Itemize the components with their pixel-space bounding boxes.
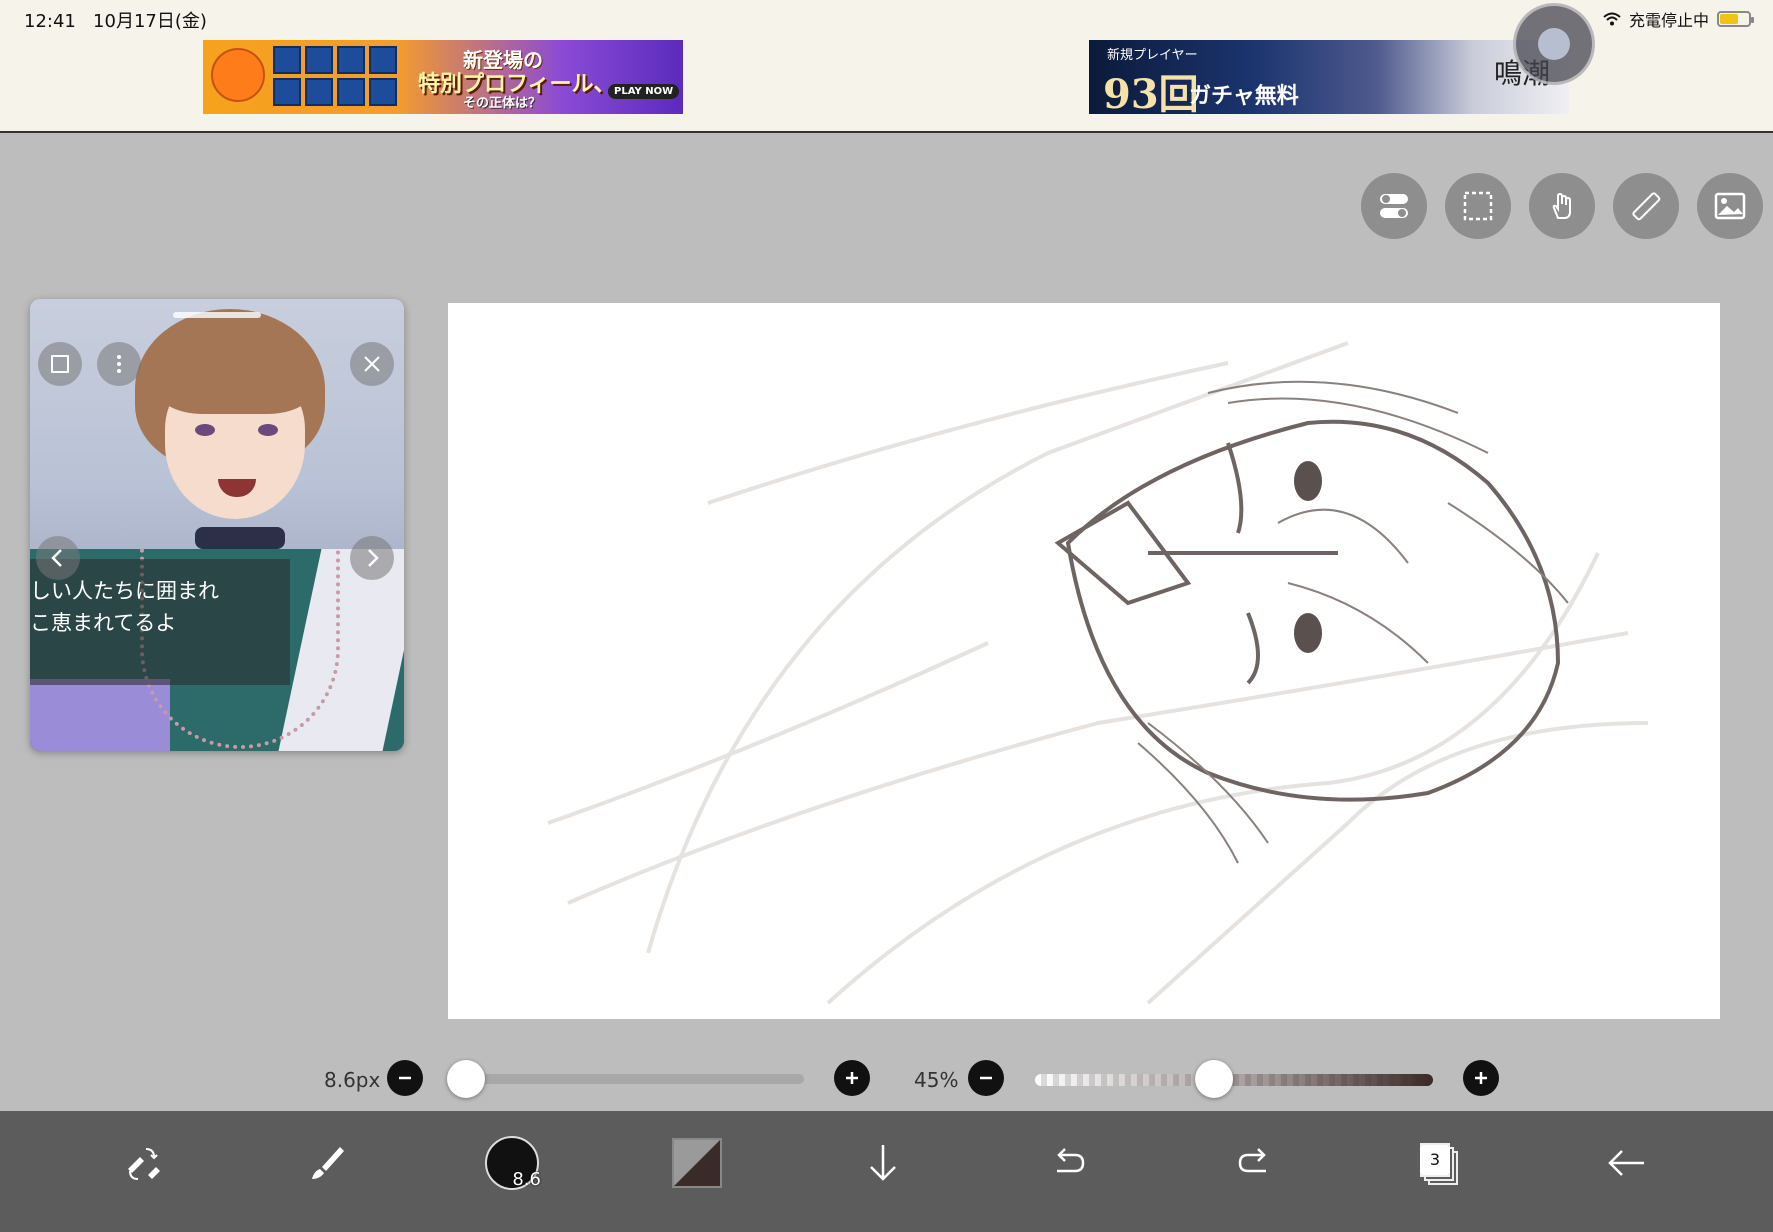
back-button[interactable] [1596,1133,1656,1193]
opacity-slider-knob[interactable] [1195,1060,1234,1098]
toggle-settings-button[interactable] [1361,173,1427,239]
ref-image-bangs [155,324,315,414]
close-icon [364,356,380,372]
reference-image-button[interactable] [1697,173,1763,239]
assistive-touch-button[interactable] [1513,3,1595,85]
ref-image-collar [195,527,285,549]
layers-button[interactable]: 3 [1410,1133,1470,1193]
ref-prev-button[interactable] [36,536,80,580]
plus-icon [846,1072,858,1084]
ref-close-button[interactable] [350,342,394,386]
hand-touch-icon [1552,192,1571,219]
download-button[interactable] [853,1133,913,1193]
ref-next-button[interactable] [350,536,394,580]
opacity-decrease-button[interactable] [968,1060,1004,1096]
ref-fit-button[interactable] [38,342,82,386]
minus-icon [980,1076,992,1080]
wifi-icon [1603,12,1621,26]
swap-tool-button[interactable] [112,1133,172,1193]
ad-banner-left[interactable]: 新登場の 特別プロフィール、 その正体は？ PLAY NOW [203,40,683,114]
color-swatch [672,1138,722,1188]
top-toolbar [1361,173,1763,239]
size-decrease-button[interactable] [387,1060,423,1096]
brush-tool-button[interactable] [298,1133,358,1193]
opacity-increase-button[interactable] [1463,1060,1499,1096]
redo-button[interactable] [1224,1133,1284,1193]
ad-left-line3: その正体は？ [463,96,542,111]
pen-eraser-swap-icon [128,1148,160,1180]
brush-preview: 8.6 [485,1136,541,1190]
reference-window[interactable]: しい人たちに囲まれ こ恵まれてるよ [30,299,404,751]
touch-button[interactable] [1529,173,1595,239]
status-right: 充電停止中 [1603,7,1754,31]
more-vertical-icon [117,355,121,373]
size-slider-track[interactable] [452,1074,804,1084]
arrow-down-icon [870,1145,896,1181]
drag-handle[interactable] [173,312,261,318]
undo-button[interactable] [1039,1133,1099,1193]
ruler-icon [1632,192,1661,221]
opacity-label: 45% [914,1068,959,1092]
ref-image-eye [195,424,215,436]
square-icon [51,355,69,373]
brush-icon [312,1147,344,1179]
bottom-toolbar: 8.6 3 [0,1111,1773,1232]
ad-banner-right[interactable]: 新規プレイヤー 93回 ガチャ無料 鳴潮 [1089,40,1569,114]
ref-menu-button[interactable] [97,342,141,386]
ref-image-eye [258,424,278,436]
drawing-canvas[interactable] [448,303,1720,1019]
charging-status: 充電停止中 [1628,11,1709,30]
battery-icon [1717,11,1754,27]
layer-count: 3 [1420,1147,1450,1173]
ad-right-gacha: ガチャ無料 [1189,84,1299,109]
ad-right-number: 93回 [1103,71,1199,114]
redo-icon [1238,1148,1266,1173]
chevron-left-icon [51,549,62,567]
selection-icon [1463,191,1493,221]
ad-tiles [273,46,397,106]
brush-size-badge: 8.6 [512,1169,541,1190]
size-increase-button[interactable] [834,1060,870,1096]
chevron-right-icon [368,549,379,567]
opacity-slider-track[interactable] [1035,1074,1433,1086]
date: 10月17日(金) [93,11,207,32]
arrow-left-icon [1608,1150,1644,1176]
image-icon [1714,192,1746,220]
ad-right-sub: 新規プレイヤー [1107,48,1198,63]
undo-icon [1057,1148,1085,1173]
sketch-drawing [547,341,1649,1005]
minus-icon [399,1076,411,1080]
ref-caption-line2: こ恵まれてるよ [30,611,177,635]
status-time: 12:41 10月17日(金) [24,7,207,33]
status-bar: 12:41 10月17日(金) 充電停止中 [0,0,1773,36]
clock: 12:41 [24,11,76,32]
brush-slider-row: 8.6px 45% [0,1058,1773,1100]
size-slider-knob[interactable] [447,1060,486,1098]
selection-button[interactable] [1445,173,1511,239]
color-button[interactable] [667,1133,727,1193]
ad-left-cta[interactable]: PLAY NOW [608,84,680,99]
pumpkin-icon [211,48,265,102]
layers-icon: 3 [1420,1143,1460,1185]
toggle-icon [1380,194,1408,218]
ref-caption: しい人たちに囲まれ こ恵まれてるよ [30,559,290,685]
brush-size-label: 8.6px [324,1068,381,1092]
ruler-button[interactable] [1613,173,1679,239]
brush-size-button[interactable]: 8.6 [482,1133,542,1193]
plus-icon [1475,1072,1487,1084]
